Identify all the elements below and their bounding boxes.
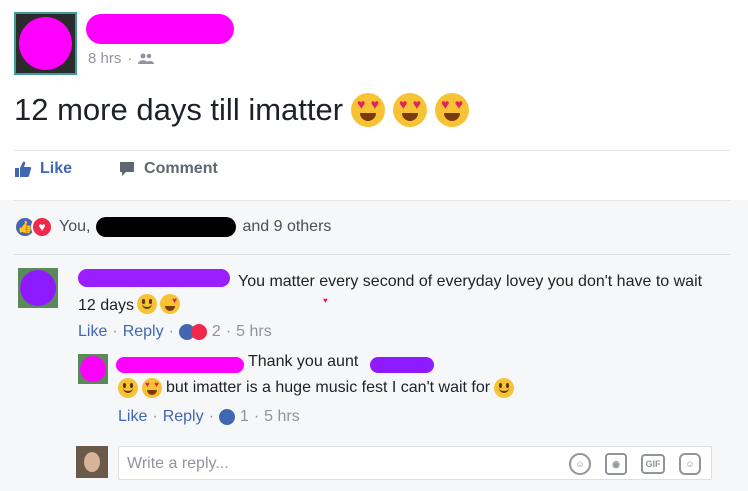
reply-text-line2: but imatter is a huge music fest I can't… bbox=[118, 378, 515, 398]
replier-avatar[interactable] bbox=[78, 354, 108, 384]
divider bbox=[14, 200, 730, 201]
post-meta: 8 hrs · bbox=[88, 50, 155, 67]
comment-button[interactable]: Comment bbox=[118, 160, 218, 178]
friends-audience-icon[interactable] bbox=[138, 53, 155, 65]
comment-meta: Like · Reply · 2 · 5 hrs bbox=[78, 323, 272, 341]
heart-eyes-emoji-icon bbox=[12, 294, 328, 314]
love-reaction-icon: ♥ bbox=[31, 216, 53, 238]
heart-eyes-emoji-icon bbox=[351, 93, 386, 127]
reply-meta: Like · Reply · 1 · 5 hrs bbox=[118, 408, 300, 426]
post-text: 12 more days till imatter bbox=[14, 92, 470, 128]
reply-time[interactable]: 5 hrs bbox=[264, 408, 300, 426]
reply-reactions-icon[interactable] bbox=[218, 409, 235, 425]
like-button[interactable]: Like bbox=[14, 160, 72, 178]
commenter-name-redacted[interactable] bbox=[78, 269, 230, 287]
emoji-icon[interactable]: ☺ bbox=[569, 453, 591, 475]
comment-time[interactable]: 5 hrs bbox=[236, 323, 272, 341]
reply-like-link[interactable]: Like bbox=[118, 408, 147, 426]
comment-reply-link[interactable]: Reply bbox=[123, 323, 164, 341]
comment-reactions-icon[interactable] bbox=[178, 324, 207, 340]
divider bbox=[14, 150, 730, 151]
reactions-summary[interactable]: 👍 ♥ You, and 9 others bbox=[14, 216, 331, 238]
heart-eyes-emoji-icon bbox=[435, 93, 470, 127]
post-action-bar: Like Comment bbox=[14, 160, 218, 178]
reactor-name-redacted bbox=[96, 217, 237, 237]
comment-reaction-count[interactable]: 2 bbox=[212, 323, 221, 341]
kissing-emoji-icon bbox=[118, 378, 138, 398]
divider bbox=[14, 254, 730, 255]
reply-reaction-count[interactable]: 1 bbox=[240, 408, 249, 426]
post-time[interactable]: 8 hrs bbox=[88, 50, 121, 67]
reply-composer[interactable]: ☺ ◉ GIF ☺ bbox=[118, 446, 712, 480]
heart-eyes-emoji-icon bbox=[142, 378, 162, 398]
reply-text-line1: Thank you aunt bbox=[248, 353, 359, 370]
reactor-you[interactable]: You, bbox=[59, 218, 90, 236]
heart-eyes-emoji-icon bbox=[393, 93, 428, 127]
poster-name-redacted[interactable] bbox=[86, 14, 234, 44]
reactor-others[interactable]: and 9 others bbox=[242, 218, 331, 236]
thumbs-up-icon bbox=[15, 161, 32, 177]
gif-icon[interactable]: GIF bbox=[641, 454, 665, 474]
current-user-avatar[interactable] bbox=[76, 446, 108, 478]
comment-icon bbox=[120, 162, 135, 176]
poster-avatar[interactable] bbox=[14, 12, 77, 75]
smile-emoji-icon bbox=[494, 378, 515, 398]
reply-reply-link[interactable]: Reply bbox=[163, 408, 204, 426]
sticker-icon[interactable]: ☺ bbox=[679, 453, 701, 475]
replier-name-redacted[interactable] bbox=[116, 357, 244, 373]
aunt-name-redacted bbox=[370, 357, 434, 373]
reply-input[interactable] bbox=[127, 453, 527, 475]
camera-icon[interactable]: ◉ bbox=[605, 453, 627, 475]
comment-like-link[interactable]: Like bbox=[78, 323, 107, 341]
